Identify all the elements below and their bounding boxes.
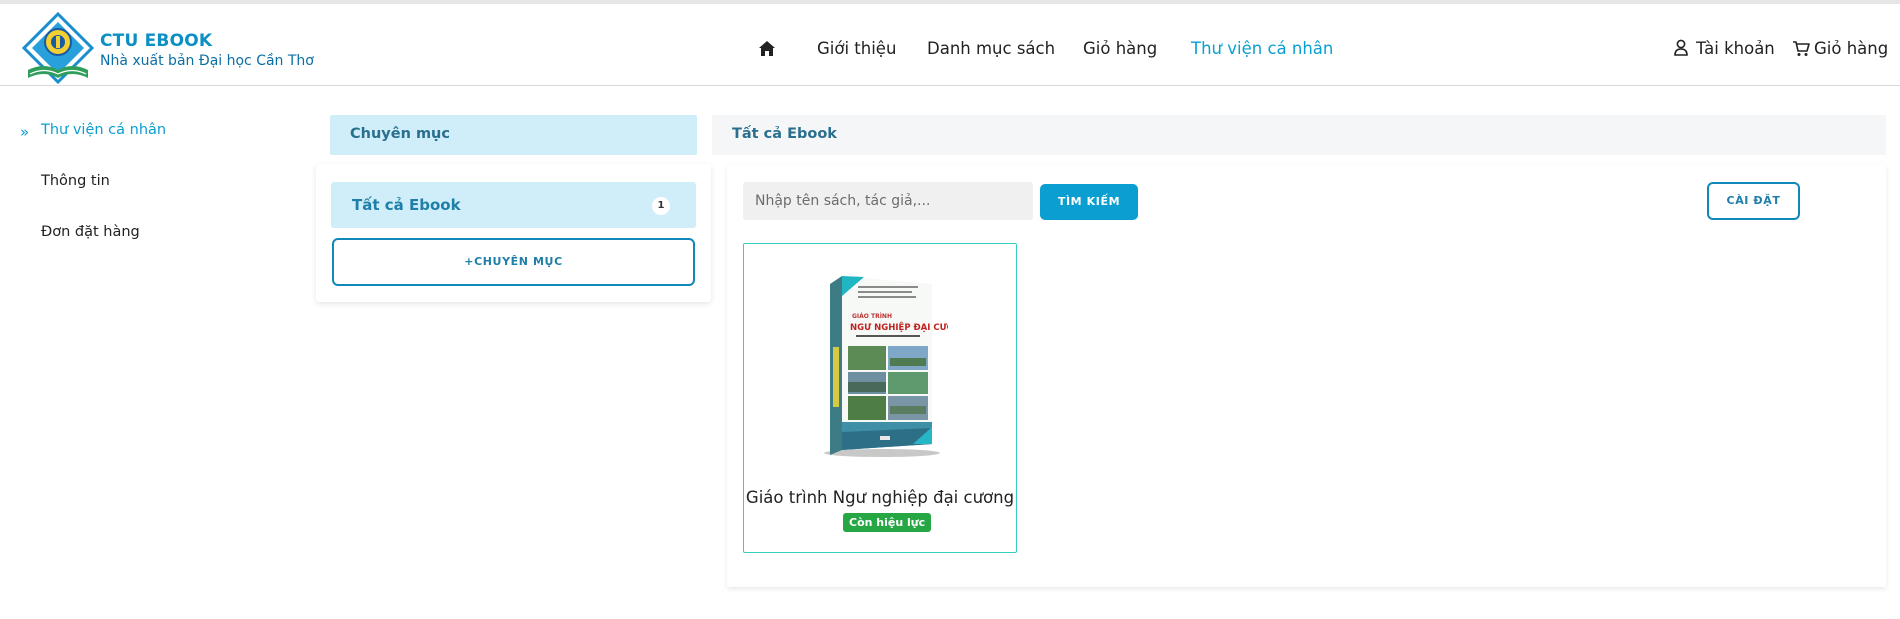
user-icon[interactable] (1673, 39, 1689, 56)
cart-link[interactable]: Giỏ hàng (1814, 39, 1888, 58)
category-header-label: Chuyên mục (350, 126, 450, 142)
brand-subtitle[interactable]: Nhà xuất bản Đại học Cần Thơ (100, 53, 314, 69)
settings-button[interactable]: CÀI ĐẶT (1707, 182, 1800, 220)
account-link[interactable]: Tài khoản (1696, 39, 1775, 58)
main-header: Tất cả Ebook (712, 115, 1886, 155)
top-header: CTU EBOOK Nhà xuất bản Đại học Cần Thơ G… (0, 0, 1900, 86)
nav-gioi-thieu[interactable]: Giới thiệu (817, 39, 896, 58)
category-header: Chuyên mục (330, 115, 697, 155)
search-button[interactable]: TÌM KIẾM (1040, 184, 1138, 220)
category-item-all-ebooks[interactable]: Tất cả Ebook 1 (331, 182, 696, 228)
sidebar-item-thong-tin[interactable]: Thông tin (41, 173, 110, 189)
status-badge: Còn hiệu lực (843, 513, 932, 532)
book-card[interactable]: GIÁO TRÌNH NGƯ NGHIỆP ĐẠI CƯƠNG Giáo trì… (743, 243, 1017, 553)
category-count-badge: 1 (652, 197, 670, 215)
category-item-label: Tất cả Ebook (352, 196, 461, 214)
add-category-button[interactable]: +CHUYÊN MỤC (332, 238, 695, 286)
main-header-label: Tất cả Ebook (732, 126, 837, 142)
nav-gio-hang[interactable]: Giỏ hàng (1083, 39, 1157, 58)
ctu-press-logo-icon[interactable] (21, 11, 95, 85)
book-title[interactable]: Giáo trình Ngư nghiệp đại cương (744, 488, 1016, 507)
cart-icon[interactable] (1792, 40, 1810, 57)
search-input[interactable] (743, 182, 1033, 220)
home-icon[interactable] (758, 40, 776, 57)
book-cover-image[interactable]: GIÁO TRÌNH NGƯ NGHIỆP ĐẠI CƯƠNG (808, 272, 968, 460)
sidebar-item-thu-vien-ca-nhan[interactable]: Thư viện cá nhân (41, 122, 166, 138)
book-cover-heading: NGƯ NGHIỆP ĐẠI CƯƠNG (850, 322, 948, 333)
book-cover-heading-small: GIÁO TRÌNH (852, 312, 892, 320)
nav-thu-vien-ca-nhan[interactable]: Thư viện cá nhân (1191, 39, 1333, 58)
brand-title[interactable]: CTU EBOOK (100, 31, 212, 51)
nav-danh-muc-sach[interactable]: Danh mục sách (927, 39, 1055, 58)
sidebar-item-don-dat-hang[interactable]: Đơn đặt hàng (41, 224, 140, 240)
chevron-right-icon: » (20, 123, 30, 141)
